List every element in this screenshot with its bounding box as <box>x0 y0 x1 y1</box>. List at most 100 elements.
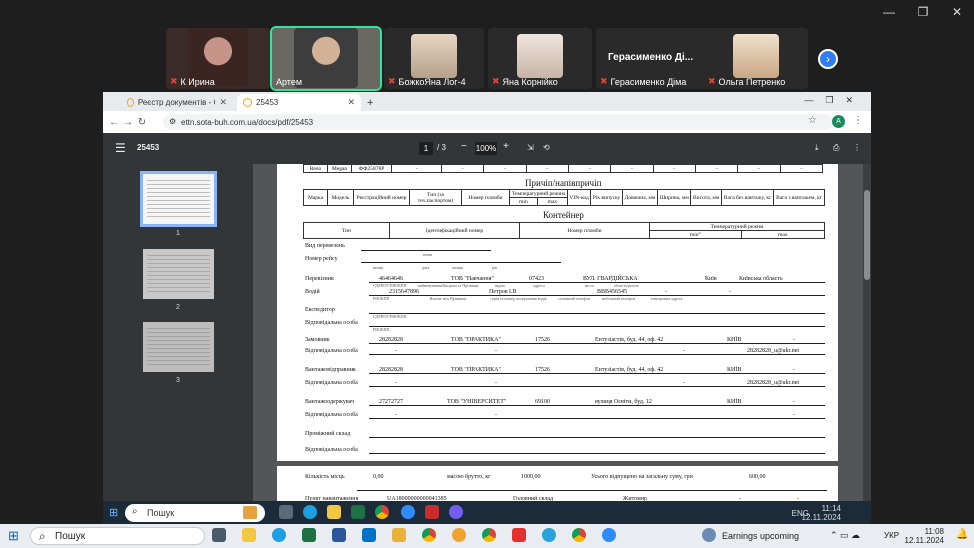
chrome-icon[interactable] <box>422 528 436 542</box>
edge-icon[interactable] <box>303 505 317 519</box>
reload-icon[interactable]: ↻ <box>135 117 149 128</box>
bookmark-star-icon[interactable]: ☆ <box>808 115 817 126</box>
tab-document[interactable]: 25453 ✕ <box>237 94 361 111</box>
pdf-viewer: 1 2 3 Reno Megan ФФ25878Р - - - - - - - … <box>103 164 871 525</box>
customer-label: Замовник <box>305 337 330 343</box>
sota-icon[interactable] <box>452 528 466 542</box>
new-tab-button[interactable]: + <box>361 94 379 111</box>
shared-screen-taskbar: ⊞ ⌕ Пошук ENG 11:14 12.11.2024 <box>103 501 871 525</box>
minimize-icon[interactable]: — <box>872 0 906 24</box>
notifications-icon[interactable]: 🔔 <box>956 529 968 540</box>
tray-icons[interactable]: ⌃ ▭ ☁ <box>830 530 860 541</box>
mic-off-icon: ✖ <box>388 76 396 86</box>
pdf-scrollbar[interactable] <box>863 164 871 525</box>
excel-icon[interactable] <box>351 505 365 519</box>
excel-icon[interactable] <box>302 528 316 542</box>
container-table: Тип Ідентифікаційний номер Номер пломби … <box>303 222 826 239</box>
participant-avatar <box>517 34 563 78</box>
chrome-icon-2[interactable] <box>482 528 496 542</box>
total-pages: / 3 <box>437 143 446 152</box>
participant-video <box>294 28 358 88</box>
participant-tile[interactable]: ✖ Ольга Петренко <box>704 28 808 89</box>
page-number-input[interactable]: 1 <box>419 142 433 155</box>
sidebar-menu-icon[interactable]: ☰ <box>115 141 126 155</box>
thumbnail-label: 3 <box>176 377 180 384</box>
system-clock[interactable]: 11:08 12.11.2024 <box>904 527 944 545</box>
tab-registry[interactable]: Реєстр документів - СОТА Е-Т ✕ <box>121 94 233 111</box>
container-title: Контейнер <box>543 210 584 220</box>
pdf-toolbar: ☰ 25453 1 / 3 − 100% + ⇲ ⟲ ⤓ ⎙ ⋮ <box>103 133 871 164</box>
task-view-icon[interactable] <box>279 505 293 519</box>
site-info-icon[interactable]: ⚙ <box>169 117 176 126</box>
mic-off-icon: ✖ <box>492 76 500 86</box>
profile-avatar[interactable]: A <box>832 115 845 128</box>
tab-label: 25453 <box>256 98 279 107</box>
input-lang[interactable]: УКР <box>884 531 899 540</box>
pdf-page: Reno Megan ФФ25878Р - - - - - - - - - - … <box>277 164 838 461</box>
close-tab-icon[interactable]: ✕ <box>219 97 227 108</box>
fit-page-icon[interactable]: ⇲ <box>527 143 534 152</box>
file-explorer-icon[interactable] <box>242 528 256 542</box>
zoom-out-icon[interactable]: − <box>461 141 467 152</box>
carrier-label: Перевізник <box>305 276 334 282</box>
thumbnail-page-3[interactable] <box>143 322 214 372</box>
weather-text[interactable]: Earnings upcoming <box>722 531 799 541</box>
zoom-icon[interactable] <box>401 505 415 519</box>
zoom-level[interactable]: 100% <box>475 142 497 155</box>
shared-search-box[interactable]: ⌕ Пошук <box>125 504 265 522</box>
back-icon[interactable]: ← <box>107 117 121 128</box>
trailers-table: Марка Модель Реєстраційний номер Тип (за… <box>303 189 825 206</box>
url-field[interactable]: ⚙ ettn.sota-buh.com.ua/docs/pdf/25453 <box>163 114 833 130</box>
shipper-responsible-label: Відповідальна особа <box>305 380 358 386</box>
thumbnail-page-1[interactable] <box>140 171 217 227</box>
close-icon[interactable]: ✕ <box>940 0 974 24</box>
window-controls: —❐✕ <box>804 95 865 105</box>
anydesk-icon[interactable] <box>512 528 526 542</box>
close-tab-icon[interactable]: ✕ <box>347 97 355 108</box>
customer-responsible-label: Відповідальна особа <box>305 348 358 354</box>
participant-tile[interactable]: ✖ Яна Корнійко <box>488 28 592 89</box>
print-icon[interactable]: ⎙ <box>833 143 839 153</box>
tab-label: Реєстр документів - СОТА Е-Т <box>137 98 216 107</box>
weather-icon[interactable] <box>702 528 716 542</box>
mic-off-icon: ✖ <box>170 76 178 86</box>
windows-start-icon[interactable]: ⊞ <box>109 506 118 519</box>
forward-icon[interactable]: → <box>121 117 135 128</box>
chrome-icon-3[interactable] <box>572 528 586 542</box>
participant-tile-active[interactable]: Артем <box>270 26 382 91</box>
shipper-label: Вантажовідправник <box>305 367 356 373</box>
chrome-icon[interactable] <box>375 505 389 519</box>
video-call-strip: — ❐ ✕ ✖ К Ирина Артем ✖ БожкоЯна Лог-4 ✖ Ян… <box>0 0 974 92</box>
telegram-icon[interactable] <box>542 528 556 542</box>
zoom-in-icon[interactable]: + <box>503 141 509 152</box>
tab-strip: Реєстр документів - СОТА Е-Т ✕ 25453 ✕ +… <box>103 92 871 111</box>
viber-icon[interactable] <box>449 505 463 519</box>
browser-window: Реєстр документів - СОТА Е-Т ✕ 25453 ✕ +… <box>103 92 871 525</box>
thumbnail-label: 2 <box>176 304 180 311</box>
download-icon[interactable]: ⤓ <box>815 143 819 153</box>
word-icon[interactable] <box>332 528 346 542</box>
browser-menu-icon[interactable]: ⋮ <box>853 115 863 126</box>
url-text: ettn.sota-buh.com.ua/docs/pdf/25453 <box>181 117 314 127</box>
zoom-icon[interactable] <box>602 528 616 542</box>
transport-kind-label: Вид перевезень <box>305 243 345 249</box>
pdf-app-icon[interactable] <box>425 505 439 519</box>
edge-icon[interactable] <box>272 528 286 542</box>
more-icon[interactable]: ⋮ <box>853 143 861 152</box>
chevron-right-icon: › <box>826 52 830 66</box>
sota-favicon-icon <box>127 98 134 107</box>
task-view-icon[interactable] <box>212 528 226 542</box>
search-highlight-icon <box>243 506 257 519</box>
next-participants-button[interactable]: › <box>818 49 838 69</box>
trailers-title: Причіп/напівпричіп <box>525 178 602 188</box>
explorer-icon[interactable] <box>392 528 406 542</box>
participant-tile[interactable]: ✖ К Ирина <box>166 28 270 89</box>
maximize-icon[interactable]: ❐ <box>906 0 940 24</box>
search-box[interactable]: ⌕ Пошук <box>30 527 205 545</box>
windows-start-icon[interactable]: ⊞ <box>8 528 19 544</box>
participant-tile[interactable]: ✖ БожкоЯна Лог-4 <box>384 28 484 89</box>
file-explorer-icon[interactable] <box>327 505 341 519</box>
rotate-icon[interactable]: ⟲ <box>543 143 550 152</box>
thumbnail-page-2[interactable] <box>143 249 214 299</box>
outlook-icon[interactable] <box>362 528 376 542</box>
